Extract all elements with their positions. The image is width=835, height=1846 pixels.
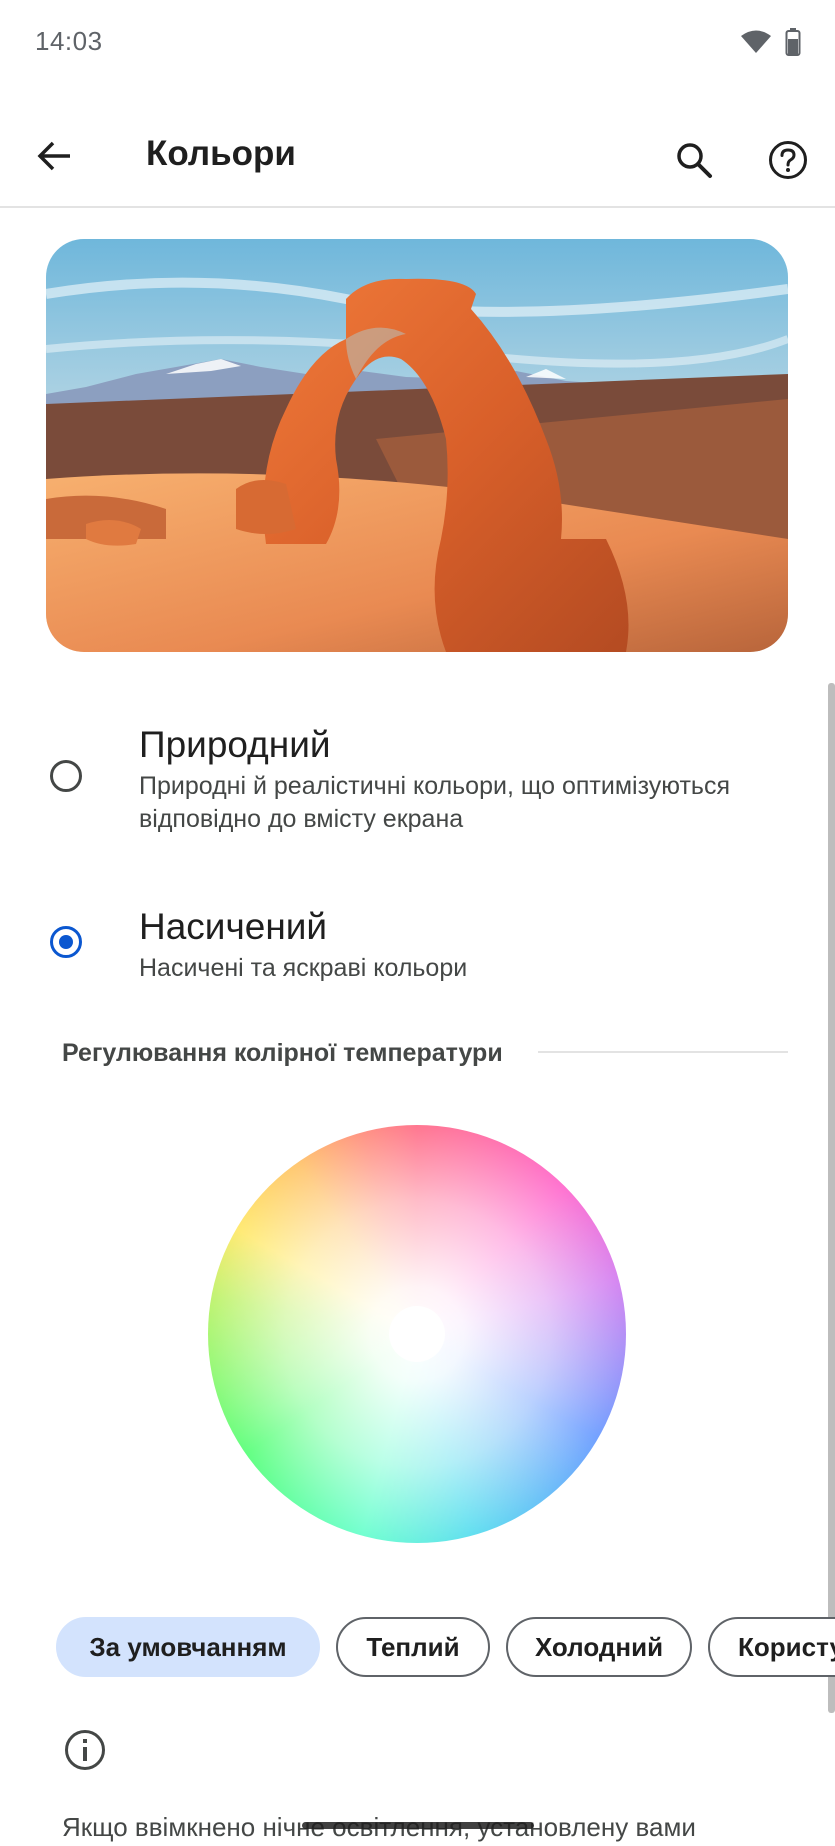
option-natural[interactable]: Природний Природні й реалістичні кольори… bbox=[0, 716, 820, 846]
gesture-navigation-bar[interactable] bbox=[302, 1822, 534, 1829]
page-title: Кольори bbox=[146, 134, 296, 173]
scrollbar[interactable] bbox=[828, 683, 835, 1713]
radio-natural[interactable] bbox=[50, 760, 82, 792]
status-bar: 14:03 bbox=[0, 0, 835, 84]
option-natural-subtitle: Природні й реалістичні кольори, що оптим… bbox=[139, 772, 730, 833]
app-bar: Кольори bbox=[0, 110, 835, 208]
radio-saturated[interactable] bbox=[50, 926, 82, 958]
status-icons bbox=[741, 28, 801, 61]
chip-cool[interactable]: Холодний bbox=[506, 1617, 692, 1677]
help-button[interactable] bbox=[762, 134, 814, 186]
option-saturated[interactable]: Насичений Насичені та яскраві кольори bbox=[0, 898, 820, 998]
battery-icon bbox=[785, 28, 801, 61]
search-icon bbox=[677, 143, 712, 178]
option-saturated-subtitle: Насичені та яскраві кольори bbox=[139, 954, 468, 982]
status-time: 14:03 bbox=[35, 26, 103, 56]
section-divider bbox=[538, 1051, 788, 1053]
chip-custom[interactable]: Користу bbox=[708, 1617, 835, 1677]
help-icon bbox=[769, 141, 807, 179]
color-preview-image bbox=[46, 239, 788, 652]
wifi-icon bbox=[741, 30, 771, 59]
temperature-presets: За умовчанням Теплий Холодний Користу bbox=[56, 1617, 835, 1677]
chip-default[interactable]: За умовчанням bbox=[56, 1617, 320, 1677]
option-saturated-title: Насичений bbox=[139, 906, 328, 947]
info-icon bbox=[63, 1728, 107, 1772]
color-temperature-header: Регулювання колірної температури bbox=[62, 1039, 503, 1067]
chip-warm[interactable]: Теплий bbox=[336, 1617, 490, 1677]
color-wheel[interactable] bbox=[208, 1125, 626, 1543]
color-wheel-handle[interactable] bbox=[389, 1306, 445, 1362]
back-button[interactable] bbox=[28, 130, 80, 182]
search-button[interactable] bbox=[668, 134, 720, 186]
back-arrow-icon bbox=[37, 141, 70, 171]
option-natural-title: Природний bbox=[139, 724, 331, 765]
